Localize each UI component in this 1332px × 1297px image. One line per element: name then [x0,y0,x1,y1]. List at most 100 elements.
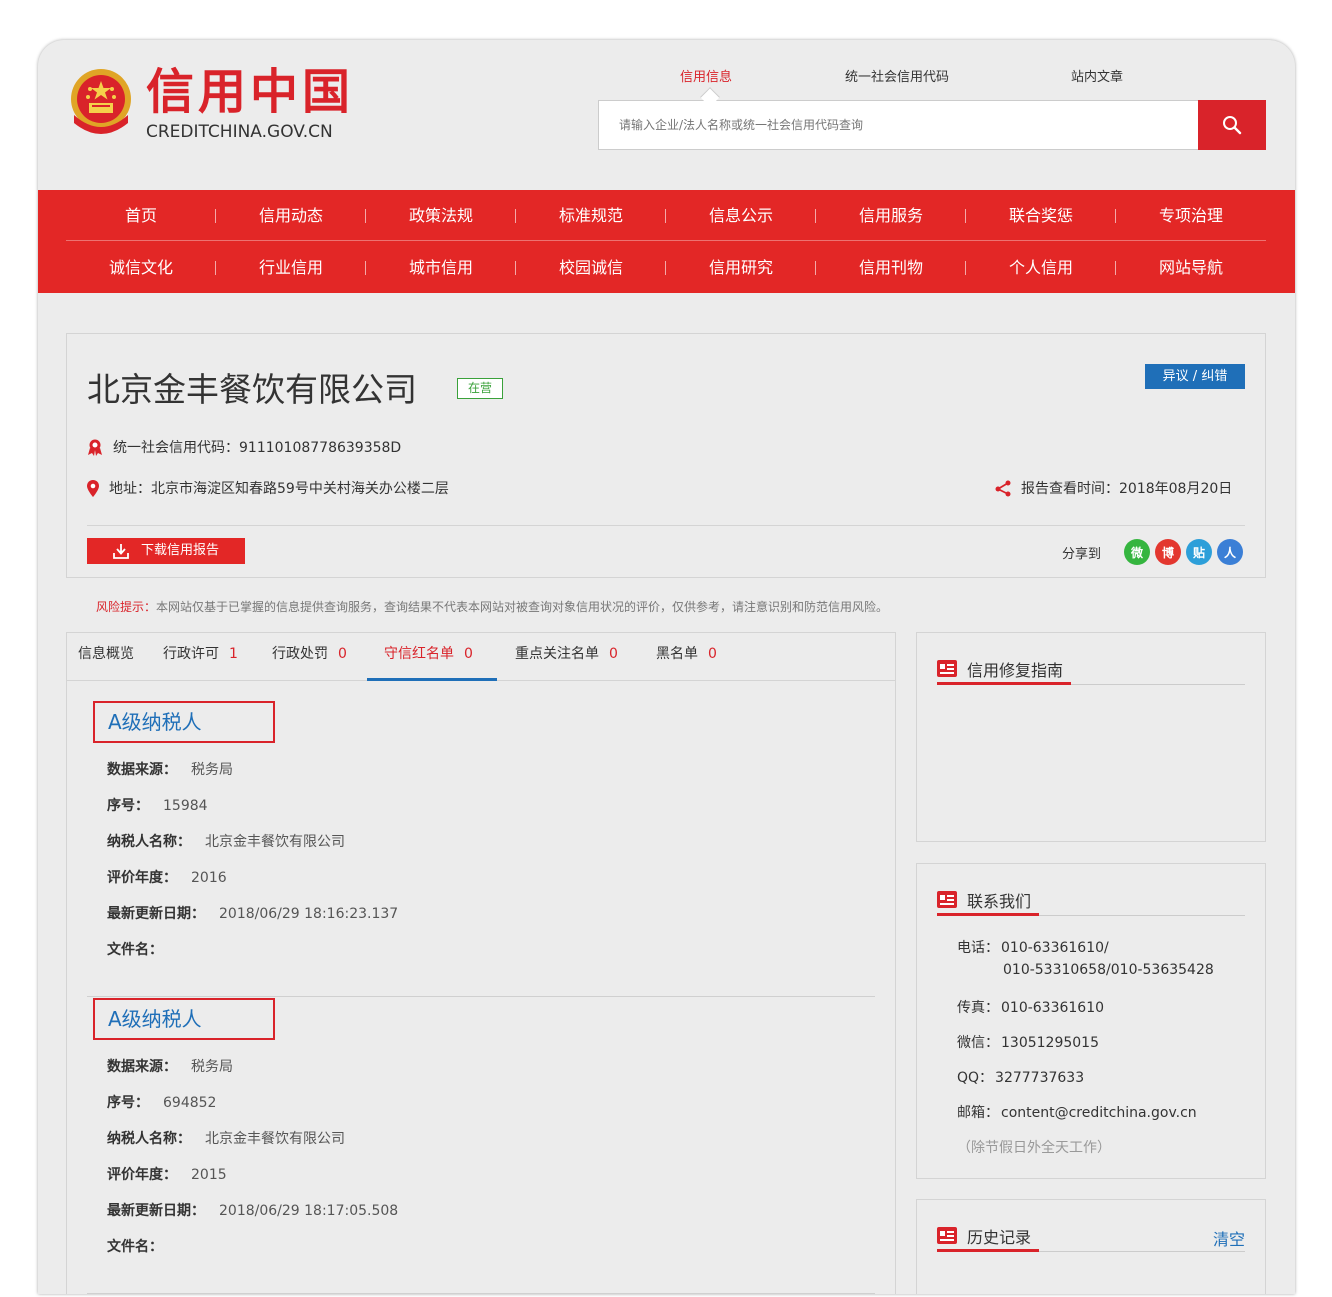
field-label: 序号： [107,1095,149,1111]
nav-item-credit-journal[interactable]: 信用刊物 [816,242,966,293]
history-title: 历史记录 [967,1227,1032,1247]
nav-item-personal-credit[interactable]: 个人信用 [966,242,1116,293]
side-box-title: 联系我们 [937,886,1040,916]
risk-notice-text: 本网站仅基于已掌握的信息提供查询服务，查询结果不代表本网站对被查询对象信用状况的… [156,600,889,614]
download-report-button[interactable]: 下载信用报告 [87,538,245,564]
nav-item-credit-news[interactable]: 信用动态 [216,190,366,240]
field-label: 纳税人名称： [107,1131,191,1147]
nav-row-1: 首页 信用动态 政策法规 标准规范 信息公示 信用服务 联合奖惩 专项治理 [66,190,1266,241]
side-box-header: 联系我们 [937,886,1245,916]
field-label: 纳税人名称： [107,834,191,850]
search-type-tabs: 信用信息 统一社会信用代码 站内文章 [598,66,1266,86]
field-label: 数据来源： [107,762,177,778]
share-label: 分享到 [1062,546,1102,562]
field-label: 数据来源： [107,1059,177,1075]
clear-history-link[interactable]: 清空 [1213,1226,1245,1250]
share-nodes-icon [995,480,1011,497]
record-item: A级纳税人 数据来源： 税务局 序号： 15984 纳税人名称： 北京金丰餐饮有限公司… [87,701,875,1001]
record-field-taxpayer: 纳税人名称： 北京金丰餐饮有限公司 [107,1128,345,1148]
address-text: 地址：北京市海淀区知春路59号中关村海关办公楼二层 [109,481,449,497]
side-box-title: 历史记录 [937,1222,1040,1252]
contact-label: 电话： [957,940,999,956]
record-title[interactable]: A级纳税人 [93,998,275,1040]
tab-admin-penalty[interactable]: 行政处罚 0 [272,633,347,681]
tab-admin-license-label: 行政许可 [163,646,219,662]
site-header: 信用中国 CREDITCHINA.GOV.CN 信用信息 统一社会信用代码 站内… [38,40,1295,190]
tab-admin-license[interactable]: 行政许可 1 [163,633,238,681]
site-domain-text: CREDITCHINA.GOV.CN [146,122,333,142]
credit-repair-guide-title[interactable]: 信用修复指南 [967,657,1063,681]
search-button[interactable] [1198,100,1266,150]
tab-overview-label: 信息概览 [78,646,134,662]
download-icon [113,544,129,559]
contact-hours-note: （除节假日外全天工作） [957,1140,1111,1156]
nav-item-special-governance[interactable]: 专项治理 [1116,190,1266,240]
search-input[interactable] [599,101,1198,149]
contact-value: 010-63361610 [1001,1000,1105,1016]
report-time-line: 报告查看时间：2018年08月20日 [995,478,1232,498]
info-tabs: 信息概览 行政许可 1 行政处罚 0 守信红名单 0 重点关注名单 0 黑名单 0 [67,633,895,681]
nav-item-credit-research[interactable]: 信用研究 [666,242,816,293]
share-bar: 分享到 微 博 贴 人 [1062,538,1244,566]
contact-qq: QQ： 3277737633 [957,1067,1084,1087]
tab-black-list-count: 0 [708,646,717,662]
tab-admin-penalty-label: 行政处罚 [272,646,328,662]
wechat-icon[interactable]: 微 [1124,539,1151,565]
dispute-button[interactable]: 异议 / 纠错 [1145,364,1245,389]
contact-email: 邮箱： content@creditchina.gov.cn [957,1102,1197,1122]
credit-info-panel: 信息概览 行政许可 1 行政处罚 0 守信红名单 0 重点关注名单 0 黑名单 0 A级纳… [66,632,896,1294]
contact-value: 010-63361610/ [1001,940,1109,956]
tab-black-list[interactable]: 黑名单 0 [656,633,717,681]
nav-item-policies[interactable]: 政策法规 [366,190,516,240]
card-divider [87,525,1245,526]
nav-item-disclosure[interactable]: 信息公示 [666,190,816,240]
field-value: 2018/06/29 18:17:05.508 [219,1203,399,1219]
nav-item-city-credit[interactable]: 城市信用 [366,242,516,293]
field-value: 税务局 [191,1059,233,1075]
site-logo-text[interactable]: 信用中国 [146,62,354,122]
nav-item-campus-integrity[interactable]: 校园诚信 [516,242,666,293]
field-value: 2015 [191,1167,227,1183]
tab-watch-list-label: 重点关注名单 [515,646,599,662]
address-line: 地址：北京市海淀区知春路59号中关村海关办公楼二层 [87,478,449,498]
tab-admin-license-count: 1 [229,646,238,662]
nav-item-home[interactable]: 首页 [66,190,216,240]
record-field-year: 评价年度： 2015 [107,1164,227,1184]
field-label: 最新更新日期： [107,906,205,922]
field-label: 文件名： [107,1239,163,1255]
field-value: 税务局 [191,762,233,778]
contact-email-link[interactable]: content@creditchina.gov.cn [1001,1105,1197,1121]
field-value: 694852 [163,1095,217,1111]
field-value: 2018/06/29 18:16:23.137 [219,906,399,922]
field-label: 序号： [107,798,149,814]
nav-item-site-map[interactable]: 网站导航 [1116,242,1266,293]
tieba-icon[interactable]: 贴 [1186,539,1213,565]
contact-value: 3277737633 [995,1070,1085,1086]
nav-item-standards[interactable]: 标准规范 [516,190,666,240]
contact-label: 邮箱： [957,1105,999,1121]
contact-us-title: 联系我们 [967,891,1032,911]
tab-red-list-count: 0 [464,646,473,662]
record-field-serial: 序号： 694852 [107,1092,216,1112]
field-value: 15984 [163,798,208,814]
tab-watch-list[interactable]: 重点关注名单 0 [515,633,618,681]
tab-watch-list-count: 0 [609,646,618,662]
tab-overview[interactable]: 信息概览 [78,633,134,681]
record-item: A级纳税人 数据来源： 税务局 序号： 694852 纳税人名称： 北京金丰餐饮有限公… [87,998,875,1294]
nav-item-credit-service[interactable]: 信用服务 [816,190,966,240]
renren-icon[interactable]: 人 [1217,539,1244,565]
newspaper-icon [937,660,957,677]
nav-item-integrity-culture[interactable]: 诚信文化 [66,242,216,293]
search-tab-credit-info[interactable]: 信用信息 [680,66,732,85]
nav-item-industry-credit[interactable]: 行业信用 [216,242,366,293]
weibo-icon[interactable]: 博 [1155,539,1182,565]
search-tab-articles[interactable]: 站内文章 [1071,66,1123,85]
record-title[interactable]: A级纳税人 [93,701,275,743]
credit-code-text: 统一社会信用代码：91110108778639358D [113,440,402,456]
national-emblem-icon [68,67,134,137]
tab-red-list[interactable]: 守信红名单 0 [367,633,497,681]
field-value: 2016 [191,870,227,886]
tab-red-list-label: 守信红名单 [384,646,454,662]
search-tab-credit-code[interactable]: 统一社会信用代码 [845,66,949,85]
nav-item-joint-rewards[interactable]: 联合奖惩 [966,190,1116,240]
